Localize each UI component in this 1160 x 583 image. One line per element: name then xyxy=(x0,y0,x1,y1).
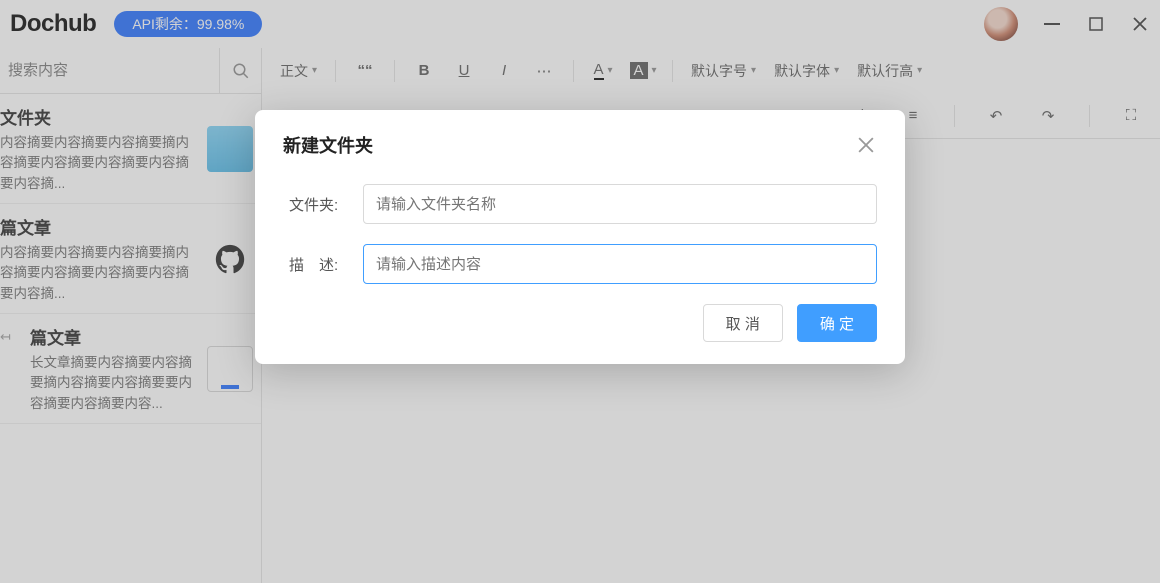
ok-button[interactable]: 确 定 xyxy=(797,304,877,342)
new-folder-dialog: 新建文件夹 文件夹: 描 述: 取 消 确 定 xyxy=(255,110,905,364)
cancel-button[interactable]: 取 消 xyxy=(703,304,783,342)
folder-name-input[interactable] xyxy=(363,184,877,224)
dialog-title: 新建文件夹 xyxy=(283,132,373,158)
folder-name-label: 文件夹: xyxy=(283,194,363,215)
modal-backdrop[interactable]: 新建文件夹 文件夹: 描 述: 取 消 确 定 xyxy=(0,0,1160,583)
close-icon[interactable] xyxy=(855,134,877,156)
folder-desc-label: 描 述: xyxy=(283,254,363,275)
folder-desc-input[interactable] xyxy=(363,244,877,284)
